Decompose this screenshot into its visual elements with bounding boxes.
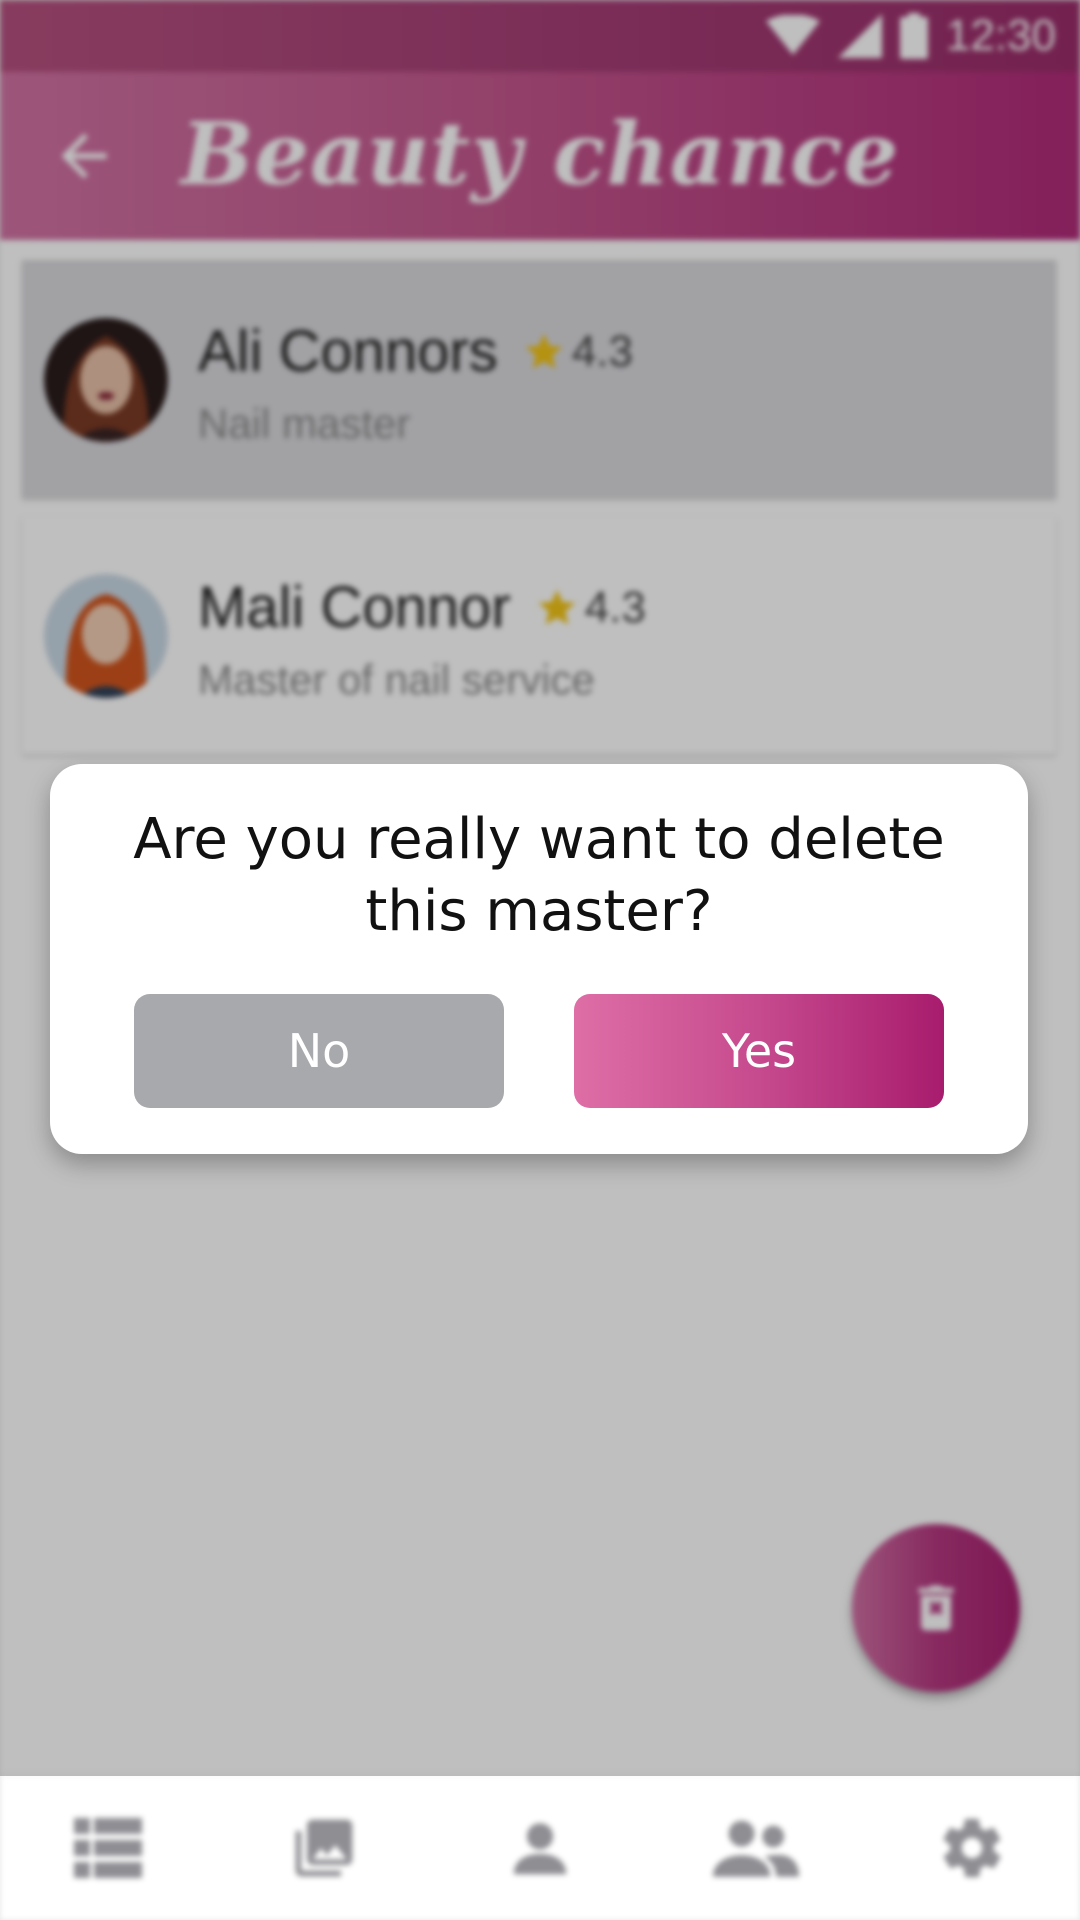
people-icon [712,1820,800,1877]
person-icon [513,1823,567,1875]
dialog-message: Are you really want to delete this maste… [133,807,945,944]
no-button[interactable]: No [134,994,504,1108]
nav-settings[interactable] [912,1788,1032,1908]
nav-gallery[interactable] [264,1788,384,1908]
bottom-navigation [0,1776,1080,1920]
settings-icon [943,1818,1001,1878]
nav-list[interactable] [48,1788,168,1908]
nav-people[interactable] [696,1788,816,1908]
yes-button[interactable]: Yes [574,994,944,1108]
list-icon [74,1818,142,1878]
nav-profile[interactable] [480,1788,600,1908]
gallery-icon [295,1819,353,1877]
delete-confirm-dialog: Are you really want to delete this maste… [50,764,1028,1154]
